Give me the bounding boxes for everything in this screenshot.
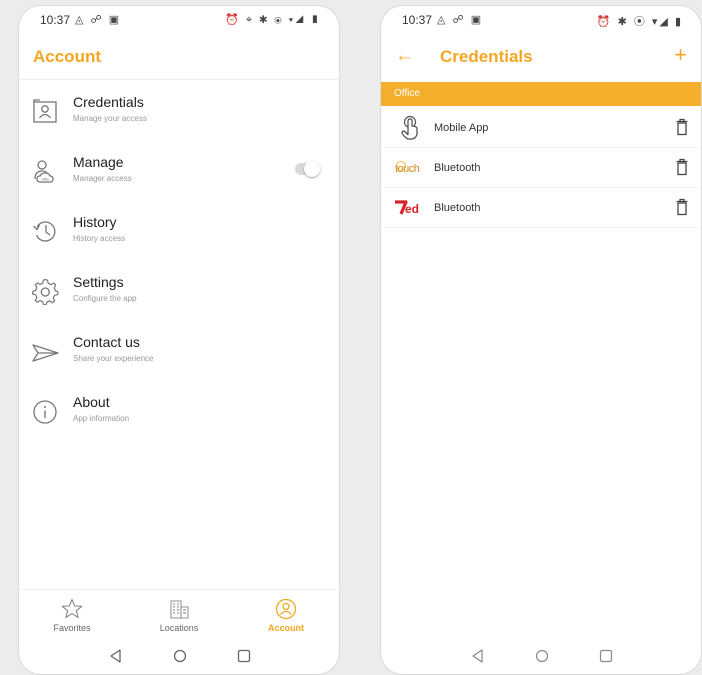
status-bar: 10:37 ◬ ☍ ▣ ⏰ ✱ ⦿ ▾◢ ▮ — [381, 6, 701, 34]
account-menu: Credentials Manage your access ORB Manag… — [19, 90, 339, 450]
section-label: Office — [394, 88, 420, 99]
system-nav-bar — [19, 642, 339, 670]
user-cloud-icon: ORB — [34, 160, 54, 183]
trash-icon[interactable] — [675, 118, 689, 136]
system-status-icons: ⏰ ✱ ⦿ ▾◢ ▮ — [596, 16, 683, 28]
id-card-icon — [33, 99, 57, 123]
notification-icons: ◬ ☍ ▣ — [75, 14, 122, 26]
menu-item-label: Manage — [73, 154, 124, 170]
touch-logo: touch — [395, 161, 420, 175]
status-time: 10:37 — [402, 13, 433, 27]
add-credential-button[interactable]: + — [674, 42, 687, 68]
credentials-screen: 10:37 ◬ ☍ ▣ ⏰ ✱ ⦿ ▾◢ ▮ ← Credentials + O… — [381, 6, 701, 674]
list-item[interactable]: touch Bluetooth — [381, 148, 701, 188]
system-nav-bar — [381, 642, 701, 670]
app-bar: Account — [19, 36, 339, 80]
credential-label: Mobile App — [434, 122, 489, 134]
touch-logo-text: touch — [395, 163, 420, 175]
notification-icons: ◬ ☍ ▣ — [437, 14, 484, 26]
back-arrow-icon[interactable]: ← — [395, 45, 414, 67]
home-circle-icon[interactable] — [532, 646, 552, 666]
send-icon — [32, 344, 59, 362]
system-status-icons: ⏰ ⌖ ✱ ⦿ ▾◢ ▮ — [225, 14, 321, 26]
list-item[interactable]: ed Bluetooth — [381, 188, 701, 228]
nav-label: Locations — [159, 623, 199, 633]
toggle-knob — [304, 161, 320, 177]
status-time: 10:37 — [40, 13, 71, 27]
credential-label: Bluetooth — [434, 202, 481, 214]
section-header: Office — [381, 82, 701, 106]
back-triangle-icon[interactable] — [106, 646, 126, 666]
building-icon — [170, 600, 189, 619]
app-bar: ← Credentials + — [381, 36, 701, 80]
manager-toggle[interactable] — [295, 161, 320, 177]
menu-item-credentials[interactable]: Credentials Manage your access — [19, 90, 339, 150]
back-triangle-icon[interactable] — [468, 646, 488, 666]
red-logo: ed — [395, 200, 419, 216]
page-title: Account — [33, 47, 101, 66]
trash-icon[interactable] — [675, 198, 689, 216]
bottom-nav: Favorites Locations Account — [19, 589, 339, 637]
menu-item-label: About — [73, 394, 110, 410]
home-circle-icon[interactable] — [170, 646, 190, 666]
history-icon — [33, 221, 56, 242]
status-bar: 10:37 ◬ ☍ ▣ ⏰ ⌖ ✱ ⦿ ▾◢ ▮ — [19, 6, 339, 34]
menu-item-contact-us[interactable]: Contact us Share your experience — [19, 330, 339, 390]
gear-icon — [32, 278, 59, 305]
nav-label: Account — [268, 623, 304, 633]
menu-item-label: History — [73, 214, 117, 230]
cloud-badge-text: ORB — [41, 178, 49, 182]
menu-item-subtitle: Configure the app — [73, 294, 137, 303]
star-icon — [61, 598, 83, 619]
nav-label: Favorites — [53, 623, 91, 633]
menu-item-subtitle: Manager access — [73, 174, 132, 183]
menu-item-history[interactable]: History History access — [19, 210, 339, 270]
nav-account[interactable]: Account — [241, 590, 331, 638]
menu-item-subtitle: History access — [73, 234, 126, 243]
page-title: Credentials — [440, 47, 533, 66]
list-item[interactable]: Mobile App — [381, 108, 701, 148]
menu-item-label: Credentials — [73, 94, 144, 110]
menu-item-manage[interactable]: ORB Manage Manager access — [19, 150, 339, 210]
recents-square-icon[interactable] — [596, 646, 616, 666]
menu-item-subtitle: App information — [73, 414, 130, 423]
credential-label: Bluetooth — [434, 162, 481, 174]
info-icon — [33, 400, 57, 424]
trash-icon[interactable] — [675, 158, 689, 176]
menu-item-settings[interactable]: Settings Configure the app — [19, 270, 339, 330]
menu-item-subtitle: Share your experience — [73, 354, 154, 363]
nav-favorites[interactable]: Favorites — [27, 590, 117, 638]
menu-item-subtitle: Manage your access — [73, 114, 147, 123]
nav-locations[interactable]: Locations — [134, 590, 224, 638]
recents-square-icon[interactable] — [234, 646, 254, 666]
menu-item-label: Settings — [73, 274, 124, 290]
menu-item-label: Contact us — [73, 334, 140, 350]
account-icon — [275, 598, 297, 620]
credentials-list: Mobile App touch Bluetooth ed Bluetooth — [381, 108, 701, 228]
red-logo-text: ed — [405, 202, 419, 216]
account-screen: 10:37 ◬ ☍ ▣ ⏰ ⌖ ✱ ⦿ ▾◢ ▮ Account Credent… — [19, 6, 339, 674]
menu-item-about[interactable]: About App information — [19, 390, 339, 450]
touch-hand-icon — [401, 115, 418, 140]
